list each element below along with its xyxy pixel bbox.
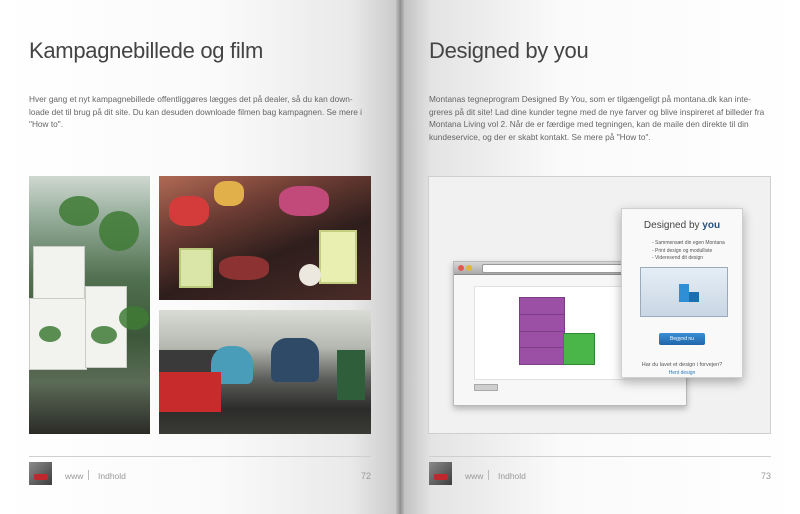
toy-shop-photo: [159, 176, 371, 300]
start-button: Begynd nu: [659, 333, 705, 345]
intro-card: Designed by you - Sammensæt din egen Mon…: [621, 208, 743, 378]
body-text: Hver gang et nyt kampagnebillede offentl…: [29, 94, 363, 129]
magazine-spread: Kampagnebillede og film Hver gang et nyt…: [0, 0, 800, 514]
list-item: - Print design og modulliste: [652, 247, 713, 254]
mini-button: [474, 384, 498, 391]
left-page: Kampagnebillede og film Hver gang et nyt…: [0, 0, 400, 514]
car-thumbnail: [429, 462, 452, 485]
page-title: Designed by you: [429, 38, 589, 63]
page-number: 72: [360, 471, 371, 481]
close-icon: [458, 265, 464, 271]
card-title: Designed by you: [643, 220, 721, 231]
right-page: Designed by you Montanas tegneprogram De…: [400, 0, 800, 514]
footer-www-link[interactable]: www: [465, 471, 483, 481]
footer-index-link[interactable]: Indhold: [98, 471, 126, 481]
footer-index-link[interactable]: Indhold: [498, 471, 526, 481]
greenhouse-photo: [29, 176, 150, 434]
designed-by-you-screenshot: Designed by you - Sammensæt din egen Mon…: [428, 176, 771, 434]
footer-separator: [88, 470, 89, 480]
car-thumbnail: [29, 462, 52, 485]
existing-design-question: Har du lavet et design i forvejen?: [641, 362, 723, 368]
body-text: Montanas tegneprogram Designed By You, s…: [429, 94, 765, 142]
footer-rule: [429, 456, 771, 457]
page-title: Kampagnebillede og film: [29, 38, 264, 63]
footer-www-link[interactable]: www: [65, 471, 83, 481]
purple-cabinet: [519, 297, 565, 365]
list-item: - Sammensæt din egen Montana: [652, 240, 725, 246]
list-item: - Videresend dit design: [652, 255, 704, 261]
garage-photo: [159, 310, 371, 434]
page-number: 73: [760, 471, 771, 481]
green-cabinet: [563, 333, 595, 365]
url-bar: [482, 264, 644, 273]
footer-separator: [488, 470, 489, 480]
design-canvas: [474, 286, 626, 380]
minimize-icon: [466, 265, 472, 271]
fetch-design-link: Hent design: [668, 370, 696, 376]
book-spine: [396, 0, 404, 514]
footer-rule: [29, 456, 371, 457]
feature-list: - Sammensæt din egen Montana - Print des…: [652, 240, 725, 263]
preview-image: [640, 267, 728, 317]
